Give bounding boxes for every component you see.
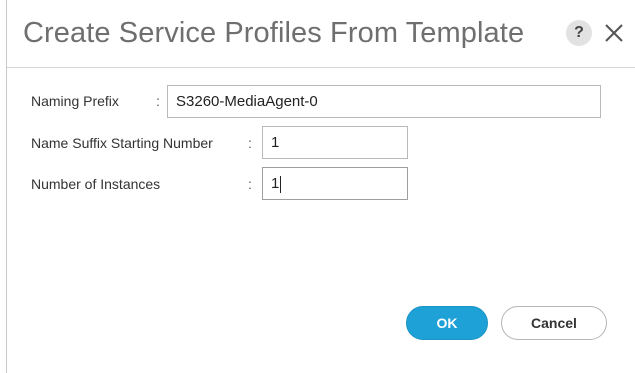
create-service-profiles-dialog: Create Service Profiles From Template ? …: [6, 0, 635, 373]
instances-colon: :: [248, 176, 252, 192]
dialog-title: Create Service Profiles From Template: [23, 17, 525, 49]
header-divider: [7, 67, 635, 68]
suffix-start-colon: :: [248, 135, 252, 151]
help-button[interactable]: ?: [566, 20, 592, 46]
naming-prefix-input[interactable]: S3260-MediaAgent-0: [167, 85, 601, 118]
naming-prefix-colon: :: [156, 93, 160, 109]
text-cursor: [280, 175, 282, 193]
ok-button[interactable]: OK: [406, 306, 488, 340]
cancel-button[interactable]: Cancel: [501, 306, 607, 340]
instances-value: 1: [271, 175, 280, 192]
instances-input[interactable]: 1: [262, 167, 408, 200]
close-icon: [605, 24, 623, 42]
suffix-start-input[interactable]: 1: [262, 126, 408, 159]
close-button[interactable]: [601, 20, 627, 46]
naming-prefix-label: Naming Prefix: [31, 93, 119, 109]
suffix-start-label: Name Suffix Starting Number: [31, 135, 213, 151]
instances-label: Number of Instances: [31, 176, 161, 192]
